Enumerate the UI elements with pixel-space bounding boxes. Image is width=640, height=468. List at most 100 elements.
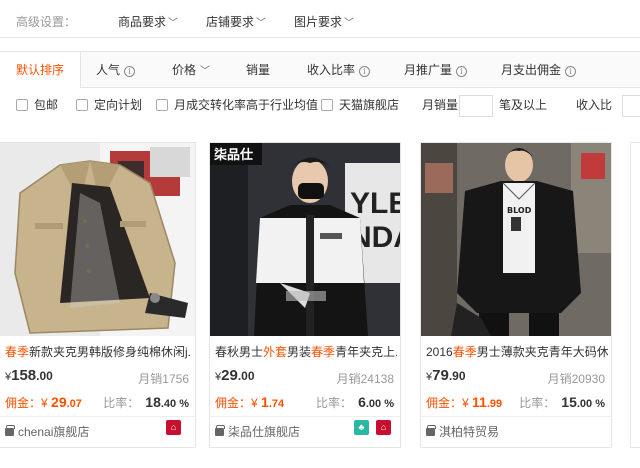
ratio-integer: 18	[145, 394, 161, 410]
yen-symbol: ¥	[41, 396, 48, 410]
commission-label: 佣金：	[215, 396, 252, 410]
sort-monthly-promotion[interactable]: 月推广量 i	[404, 52, 468, 88]
shop-requirements-dropdown[interactable]: 店铺要求 ﹀	[206, 13, 266, 30]
advanced-settings-label: 高级设置：	[16, 15, 77, 29]
info-icon: i	[565, 66, 577, 77]
info-icon: i	[456, 66, 468, 77]
product-title[interactable]: 春秋男士外套男装春季青年夹克上...	[215, 343, 397, 360]
sort-label: 人气	[96, 63, 121, 77]
sort-default[interactable]: 默认排序	[0, 52, 82, 88]
jacket-photo	[0, 143, 195, 336]
price-integer: 158	[11, 367, 37, 384]
product-card[interactable]: BLOD 2016春季男士薄款夹克青年大码休... ¥79.90 月销20930…	[420, 142, 612, 448]
monthly-sales: 月销24138	[337, 370, 394, 387]
title-text: 男士薄款夹克青年大码休...	[476, 345, 608, 359]
monthly-sales: 月销1756	[138, 370, 189, 387]
product-price: ¥158.00	[5, 367, 53, 384]
chevron-down-icon: ﹀	[256, 18, 267, 29]
sales-value: 1756	[162, 372, 189, 386]
product-image[interactable]: YLENDA 柒品仕	[210, 143, 400, 336]
model-photo: BLOD	[421, 143, 611, 336]
shop-name[interactable]: 柒品仕旗舰店	[215, 423, 300, 440]
sort-label: 收入比率	[307, 63, 356, 77]
shop-icon	[426, 425, 436, 436]
shop-label: 淇柏特贸易	[439, 425, 500, 439]
checkbox[interactable]	[156, 99, 168, 111]
checkbox[interactable]	[76, 99, 88, 111]
option-label: 天猫旗舰店	[339, 98, 400, 112]
checkbox[interactable]	[16, 99, 28, 111]
yen-symbol: ¥	[462, 396, 469, 410]
commission-label: 佣金：	[5, 396, 42, 410]
advanced-settings-bar: 高级设置： 商品要求 ﹀ 店铺要求 ﹀ 图片要求 ﹀	[0, 0, 640, 38]
conversion-above-average-option[interactable]: 月成交转化率高于行业均值	[156, 98, 318, 114]
free-shipping-option[interactable]: 包邮	[16, 98, 58, 114]
income-ratio-label: 收入比	[576, 98, 613, 112]
divider	[421, 416, 611, 417]
product-image[interactable]: BLOD	[421, 143, 611, 336]
shop-name[interactable]: 淇柏特贸易	[426, 423, 499, 440]
tmall-icon[interactable]: ⌂	[166, 420, 181, 435]
commission-decimal: .07	[66, 398, 82, 410]
product-card[interactable]: 春季新款夹克男韩版修身纯棉休闲j... ¥158.00 月销1756 佣金：¥ …	[0, 142, 196, 448]
brand-logo: 柒品仕	[213, 147, 253, 163]
commission-ratio: 比率： 6.00 %	[316, 394, 394, 411]
product-image[interactable]	[0, 143, 195, 336]
shop-label: chenai旗舰店	[18, 425, 90, 439]
sort-sales[interactable]: 销量	[246, 52, 270, 88]
sort-monthly-commission[interactable]: 月支出佣金 i	[501, 52, 577, 88]
ratio-decimal: .40 %	[160, 398, 189, 410]
sales-value: 20930	[571, 372, 605, 386]
title-highlight: 春季	[5, 345, 30, 359]
targeted-plan-option[interactable]: 定向计划	[76, 98, 142, 114]
chevron-down-icon: ﹀	[344, 18, 355, 29]
tmall-flagship-option[interactable]: 天猫旗舰店	[321, 98, 399, 114]
commission-ratio: 比率： 15.00 %	[519, 394, 605, 411]
product-card[interactable]: YLENDA 柒品仕 春秋男士外套男装春季青年夹克上... ¥29.00 月销2…	[209, 142, 401, 448]
title-text: 男装	[287, 345, 312, 359]
product-title[interactable]: 2016春季男士薄款夹克青年大码休...	[426, 343, 608, 360]
tee-print: BLOD	[507, 206, 532, 215]
title-highlight: 外套	[263, 345, 288, 359]
commission-decimal: .99	[486, 398, 503, 410]
price-integer: 29	[221, 367, 238, 384]
info-icon: i	[124, 66, 136, 77]
monthly-sales-input[interactable]	[459, 95, 493, 117]
sort-label: 价格	[172, 63, 197, 77]
option-label: 月成交转化率高于行业均值	[174, 98, 319, 112]
title-highlight: 春季	[311, 345, 336, 359]
commission-integer: 29	[51, 394, 67, 410]
image-requirements-dropdown[interactable]: 图片要求 ﹀	[294, 13, 354, 30]
option-label: 定向计划	[94, 98, 143, 112]
sort-label: 月推广量	[404, 63, 453, 77]
sort-income-ratio[interactable]: 收入比率 i	[307, 52, 371, 88]
checkbox[interactable]	[321, 99, 333, 111]
shop-name[interactable]: chenai旗舰店	[5, 423, 89, 440]
sort-popularity[interactable]: 人气 i	[96, 52, 136, 88]
product-card-partial[interactable]	[630, 142, 640, 448]
commission-label: 佣金：	[426, 396, 463, 410]
product-price: ¥29.00	[215, 367, 255, 384]
yen-symbol: ¥	[251, 396, 258, 410]
income-ratio-input[interactable]	[622, 95, 640, 117]
divider	[0, 416, 195, 417]
ratio-decimal: .00 %	[576, 398, 605, 410]
shop-icon	[5, 425, 15, 436]
sales-value: 24138	[360, 372, 394, 386]
product-requirements-dropdown[interactable]: 商品要求 ﹀	[118, 13, 178, 30]
monthly-sales-label: 月销量	[422, 98, 459, 112]
price-integer: 79	[432, 367, 449, 384]
mobile-promo-icon[interactable]: ♣	[354, 420, 369, 435]
title-text: 新款夹克男韩版修身纯棉休闲j...	[29, 345, 191, 359]
tmall-icon[interactable]: ⌂	[376, 420, 391, 435]
title-highlight: 春季	[452, 345, 477, 359]
commission-ratio: 比率： 18.40 %	[103, 394, 189, 411]
commission: 佣金：¥ 29.07	[5, 394, 82, 411]
price-decimal: .00	[237, 369, 255, 383]
ratio-label: 比率：	[316, 396, 353, 410]
monthly-sales-suffix: 笔及以上	[499, 98, 548, 112]
product-title[interactable]: 春季新款夹克男韩版修身纯棉休闲j...	[5, 343, 191, 360]
shop-label: 柒品仕旗舰店	[228, 425, 301, 439]
dropdown-label: 图片要求	[294, 15, 343, 29]
sort-price[interactable]: 价格 ﹀	[172, 52, 210, 88]
